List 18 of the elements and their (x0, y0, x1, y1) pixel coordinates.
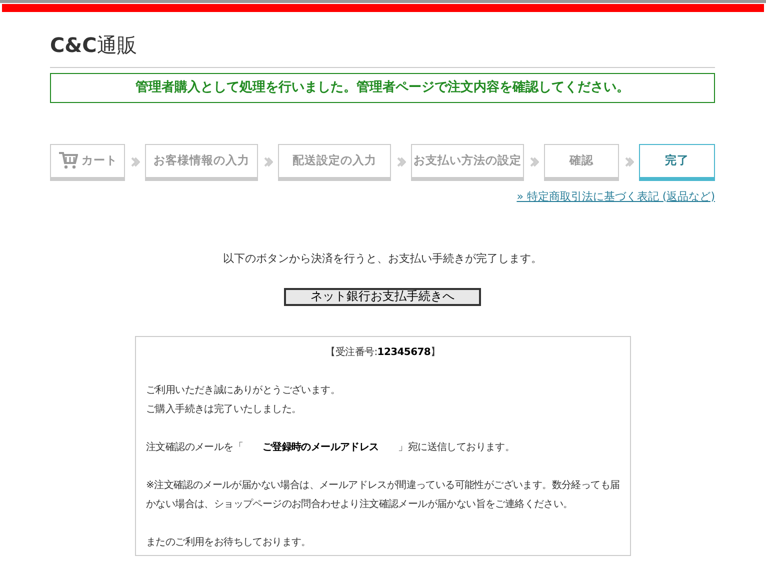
payment-button[interactable]: ネット銀行お支払手続きへ (284, 288, 481, 306)
order-number: 【受注番号:12345678】 (324, 346, 442, 360)
chevron-icon (264, 157, 272, 167)
legal-notice-link[interactable]: » 特定商取引法に基づく表記 (返品など) (516, 188, 715, 205)
chevron-icon (396, 157, 406, 167)
message-text: 注文確認のメールを「 ご登録時のメールアドレス 」宛に送信しております。 (146, 440, 516, 454)
message-text: またのご利用をお待ちしております。 (146, 536, 312, 550)
cart-icon (58, 152, 78, 169)
message-text: ご購入手続きは完了いたしました。 (146, 402, 302, 416)
chevron-icon (530, 157, 538, 167)
instruction-text: 以下のボタンから決済を行うと、お支払い手続きが完了します。 (222, 251, 543, 267)
chevron-icon (624, 157, 634, 167)
logo-text[interactable]: C&C (50, 33, 97, 57)
message-text: ※注文確認のメールが届かない場合は、メールアドレスが間違っている可能性がございます。数分経っても届かない場合は、ショップページのお問合わせより注文確認メールが届かない旨をご連絡ください。 (146, 478, 620, 512)
chevron-icon (130, 157, 140, 167)
message-text: ご利用いただき誠にありがとうございます。 (146, 384, 342, 398)
logo-suffix[interactable]: 通販 (96, 33, 137, 57)
notice-message: 管理者購入として処理を行いました。管理者ページで注文内容を確認してください。 (50, 73, 715, 102)
